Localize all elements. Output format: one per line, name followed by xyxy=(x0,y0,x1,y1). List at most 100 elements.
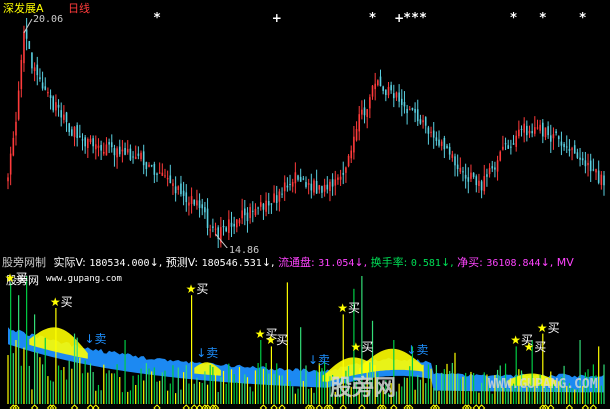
price-candle xyxy=(531,131,533,134)
signal-label: 买 xyxy=(534,339,547,354)
bottom-diamond-mark xyxy=(153,404,161,409)
price-candle xyxy=(44,86,47,90)
price-candle xyxy=(89,138,92,143)
sell-signal: ↓卖 xyxy=(406,342,429,357)
price-candle xyxy=(134,156,137,159)
price-candle xyxy=(113,148,116,156)
price-candle xyxy=(459,167,462,172)
price-candle xyxy=(334,179,337,186)
price-candle xyxy=(363,107,366,116)
price-candle xyxy=(478,180,480,186)
bottom-diamond-mark xyxy=(547,404,555,409)
price-candle xyxy=(182,190,185,196)
buy-signal: ★买 xyxy=(537,320,560,335)
price-candle xyxy=(467,177,470,182)
price-candle xyxy=(36,64,39,76)
price-marker: * xyxy=(412,11,419,26)
price-candle xyxy=(275,195,278,203)
price-candle xyxy=(366,109,368,117)
price-candle xyxy=(254,208,257,216)
price-candle xyxy=(565,146,568,148)
float-shares-value: 31.054 xyxy=(318,258,355,269)
price-candle xyxy=(7,177,9,182)
price-candle xyxy=(166,178,169,180)
price-candle xyxy=(470,172,472,179)
price-candle xyxy=(446,145,448,149)
sell-signal: ↓卖 xyxy=(84,332,106,346)
price-candle xyxy=(400,98,403,105)
price-candle xyxy=(102,151,105,154)
price-marker: * xyxy=(579,11,586,26)
price-candle xyxy=(169,175,172,184)
net-buy-value: 36108.844 xyxy=(486,258,541,269)
price-candle xyxy=(486,174,488,177)
price-candle xyxy=(462,171,464,173)
price-candle xyxy=(584,160,587,167)
price-candle xyxy=(100,144,102,151)
price-candle xyxy=(480,181,483,191)
price-candle xyxy=(374,83,376,90)
price-candle xyxy=(156,173,158,175)
sell-signal: ↓卖 xyxy=(308,354,330,367)
indicator-name[interactable]: 股旁网制 xyxy=(2,256,46,269)
price-candle xyxy=(236,219,238,228)
price-candle xyxy=(97,145,100,148)
price-candle xyxy=(52,96,55,111)
price-candle xyxy=(118,146,121,155)
price-candle xyxy=(339,176,342,180)
price-candle xyxy=(233,223,235,227)
sell-signal: ↓卖 xyxy=(196,347,218,360)
float-shares-label: 流通盘: xyxy=(278,256,315,269)
price-candle xyxy=(241,210,243,219)
price-candle xyxy=(257,207,259,209)
price-candle xyxy=(161,172,164,176)
price-candle xyxy=(603,175,605,186)
price-candle xyxy=(291,182,294,187)
star-icon: ★ xyxy=(350,339,362,354)
price-candle xyxy=(472,172,475,177)
signal-label: 买 xyxy=(60,295,73,309)
price-candlestick-chart[interactable]: * + * + * * * * * * xyxy=(0,0,610,248)
price-candle xyxy=(286,185,289,188)
low-pointer-line xyxy=(215,233,228,248)
price-candle xyxy=(55,102,57,111)
price-candle xyxy=(20,59,23,90)
signal-label: 买 xyxy=(547,320,560,335)
turnover-label: 换手率: xyxy=(370,256,408,269)
price-candle xyxy=(518,129,520,137)
forecast-v-value: 180546.531 xyxy=(201,258,262,269)
price-candle xyxy=(148,164,150,167)
forecast-v-label: 预测V: xyxy=(165,256,199,269)
price-candle xyxy=(193,199,196,205)
price-candle xyxy=(355,129,358,141)
price-candle xyxy=(329,181,331,191)
star-icon: ★ xyxy=(4,271,16,285)
price-candle xyxy=(536,127,539,129)
price-candle xyxy=(110,142,113,148)
price-candle xyxy=(265,200,267,212)
price-candle xyxy=(491,166,494,169)
price-candle xyxy=(132,156,134,158)
price-candle xyxy=(305,182,307,187)
price-candle xyxy=(270,203,273,205)
price-candle xyxy=(116,148,118,158)
price-candle xyxy=(302,178,305,180)
price-candle xyxy=(587,162,589,166)
signal-label: 买 xyxy=(361,339,374,354)
price-candle xyxy=(145,162,148,170)
price-candle xyxy=(542,122,544,137)
price-candle xyxy=(393,93,395,99)
bottom-diamond-mark xyxy=(565,404,574,409)
price-candle xyxy=(579,157,581,160)
signal-label: ↓卖 xyxy=(406,342,429,357)
price-candle xyxy=(150,165,153,167)
buy-signal: ★买 xyxy=(265,334,288,347)
price-candle xyxy=(496,160,499,172)
price-candle xyxy=(547,126,549,136)
price-candle xyxy=(196,200,198,206)
price-candle xyxy=(65,112,68,123)
price-candle xyxy=(387,86,390,96)
price-candle xyxy=(321,186,323,193)
price-candle xyxy=(84,137,86,147)
star-icon: ★ xyxy=(49,295,61,309)
